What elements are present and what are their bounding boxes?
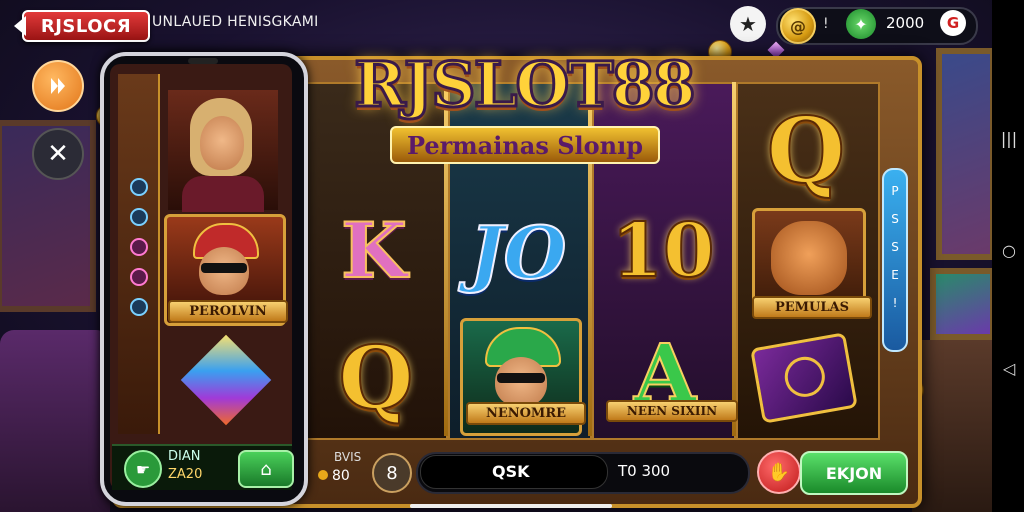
auto-spin-button[interactable]: 8 xyxy=(372,453,412,493)
background-monitor xyxy=(930,268,996,340)
rail-gem-icon xyxy=(130,208,148,226)
media-play-icon xyxy=(51,78,65,94)
phone-label-top: DIAN xyxy=(168,449,201,464)
coin-balance-icon[interactable]: @ xyxy=(780,8,816,44)
character-plaque: PEMULAS xyxy=(752,296,872,319)
sunglasses-icon xyxy=(497,373,545,383)
gift-icon: ✋ xyxy=(767,461,791,483)
sunglasses-icon xyxy=(201,263,247,273)
coin-icon xyxy=(318,470,328,480)
home-indicator[interactable] xyxy=(410,504,612,508)
rail-gem-icon xyxy=(130,298,148,316)
bet-value-group: 80 xyxy=(318,468,350,484)
phone-menu-button[interactable]: ☛ xyxy=(124,450,162,488)
paylines-indicator[interactable]: P S S E ! xyxy=(882,168,908,352)
bet-label: BVIS xyxy=(334,450,362,464)
symbol-10: 10 xyxy=(611,207,716,295)
google-play-button[interactable]: G xyxy=(940,10,966,36)
home-circle-icon[interactable]: ○ xyxy=(1000,242,1018,260)
phone-notch xyxy=(188,58,218,64)
character-tile-hero xyxy=(168,90,278,212)
logo-badge[interactable]: RJSLOCЯ xyxy=(14,10,150,42)
shoulders-icon xyxy=(182,176,264,212)
gift-button[interactable]: ✋ xyxy=(757,450,801,494)
lion-icon xyxy=(771,221,847,295)
character-plaque: NENOMRE xyxy=(466,402,586,425)
star-button[interactable]: ★ xyxy=(730,6,766,42)
middle-control-label: QSK xyxy=(492,462,530,481)
symbol-jo: JO xyxy=(469,209,568,296)
character-face xyxy=(200,116,244,170)
right-control-label[interactable]: T0 300 xyxy=(618,462,670,480)
logo-text: RJSLOCЯ xyxy=(40,15,132,37)
coin-emblem-icon xyxy=(781,353,828,401)
separator-icon: ! xyxy=(823,16,829,32)
background-sofa xyxy=(0,330,110,512)
payline-label: P xyxy=(891,184,899,198)
payline-label: E xyxy=(891,268,899,282)
symbol-plaque: NEEN SIXIIN xyxy=(606,400,738,422)
balance-amount: 2000 xyxy=(886,14,925,32)
rail-gem-icon xyxy=(130,178,148,196)
payline-label: S xyxy=(891,240,899,254)
star-icon: ★ xyxy=(739,12,757,36)
game-subtitle: Permainas Slonıp xyxy=(390,126,660,164)
gem-balance-icon[interactable]: ✦ xyxy=(846,9,876,39)
symbol-q: Q xyxy=(338,327,415,430)
back-icon[interactable]: ◁ xyxy=(1000,360,1018,378)
symbol-q: Q xyxy=(766,97,846,205)
close-icon: ✕ xyxy=(47,139,69,169)
background-poster-right xyxy=(936,48,996,260)
close-button[interactable]: ✕ xyxy=(32,128,84,180)
game-title: RJSLOT88 xyxy=(353,47,698,123)
bet-value: 80 xyxy=(332,468,350,484)
action-button[interactable]: EKJON xyxy=(800,451,908,495)
recents-icon[interactable]: ||| xyxy=(1000,130,1018,148)
spin-icon: 8 xyxy=(386,462,398,484)
media-play-button[interactable] xyxy=(32,60,84,112)
home-icon: ⌂ xyxy=(260,458,272,480)
rail-gem-icon xyxy=(130,268,148,286)
background-desk xyxy=(912,340,1002,512)
reel-divider xyxy=(732,82,736,436)
phone-label-bottom: ZA20 xyxy=(168,467,203,482)
back-arrow-icon xyxy=(14,16,26,36)
phone-home-button[interactable]: ⌂ xyxy=(238,450,294,488)
game-title-banner: RJSLOT88 Permainas Slonıp xyxy=(353,47,698,164)
diamond-gem-icon xyxy=(180,334,272,426)
character-plaque: PEROLVIN xyxy=(168,300,288,323)
payline-label: ! xyxy=(892,296,898,310)
symbol-k: K xyxy=(340,205,408,296)
payline-label: S xyxy=(891,212,899,226)
rail-gem-icon xyxy=(130,238,148,256)
page-title: UNLAUED HENISGKAMI xyxy=(152,14,319,30)
hand-icon: ☛ xyxy=(135,459,151,479)
